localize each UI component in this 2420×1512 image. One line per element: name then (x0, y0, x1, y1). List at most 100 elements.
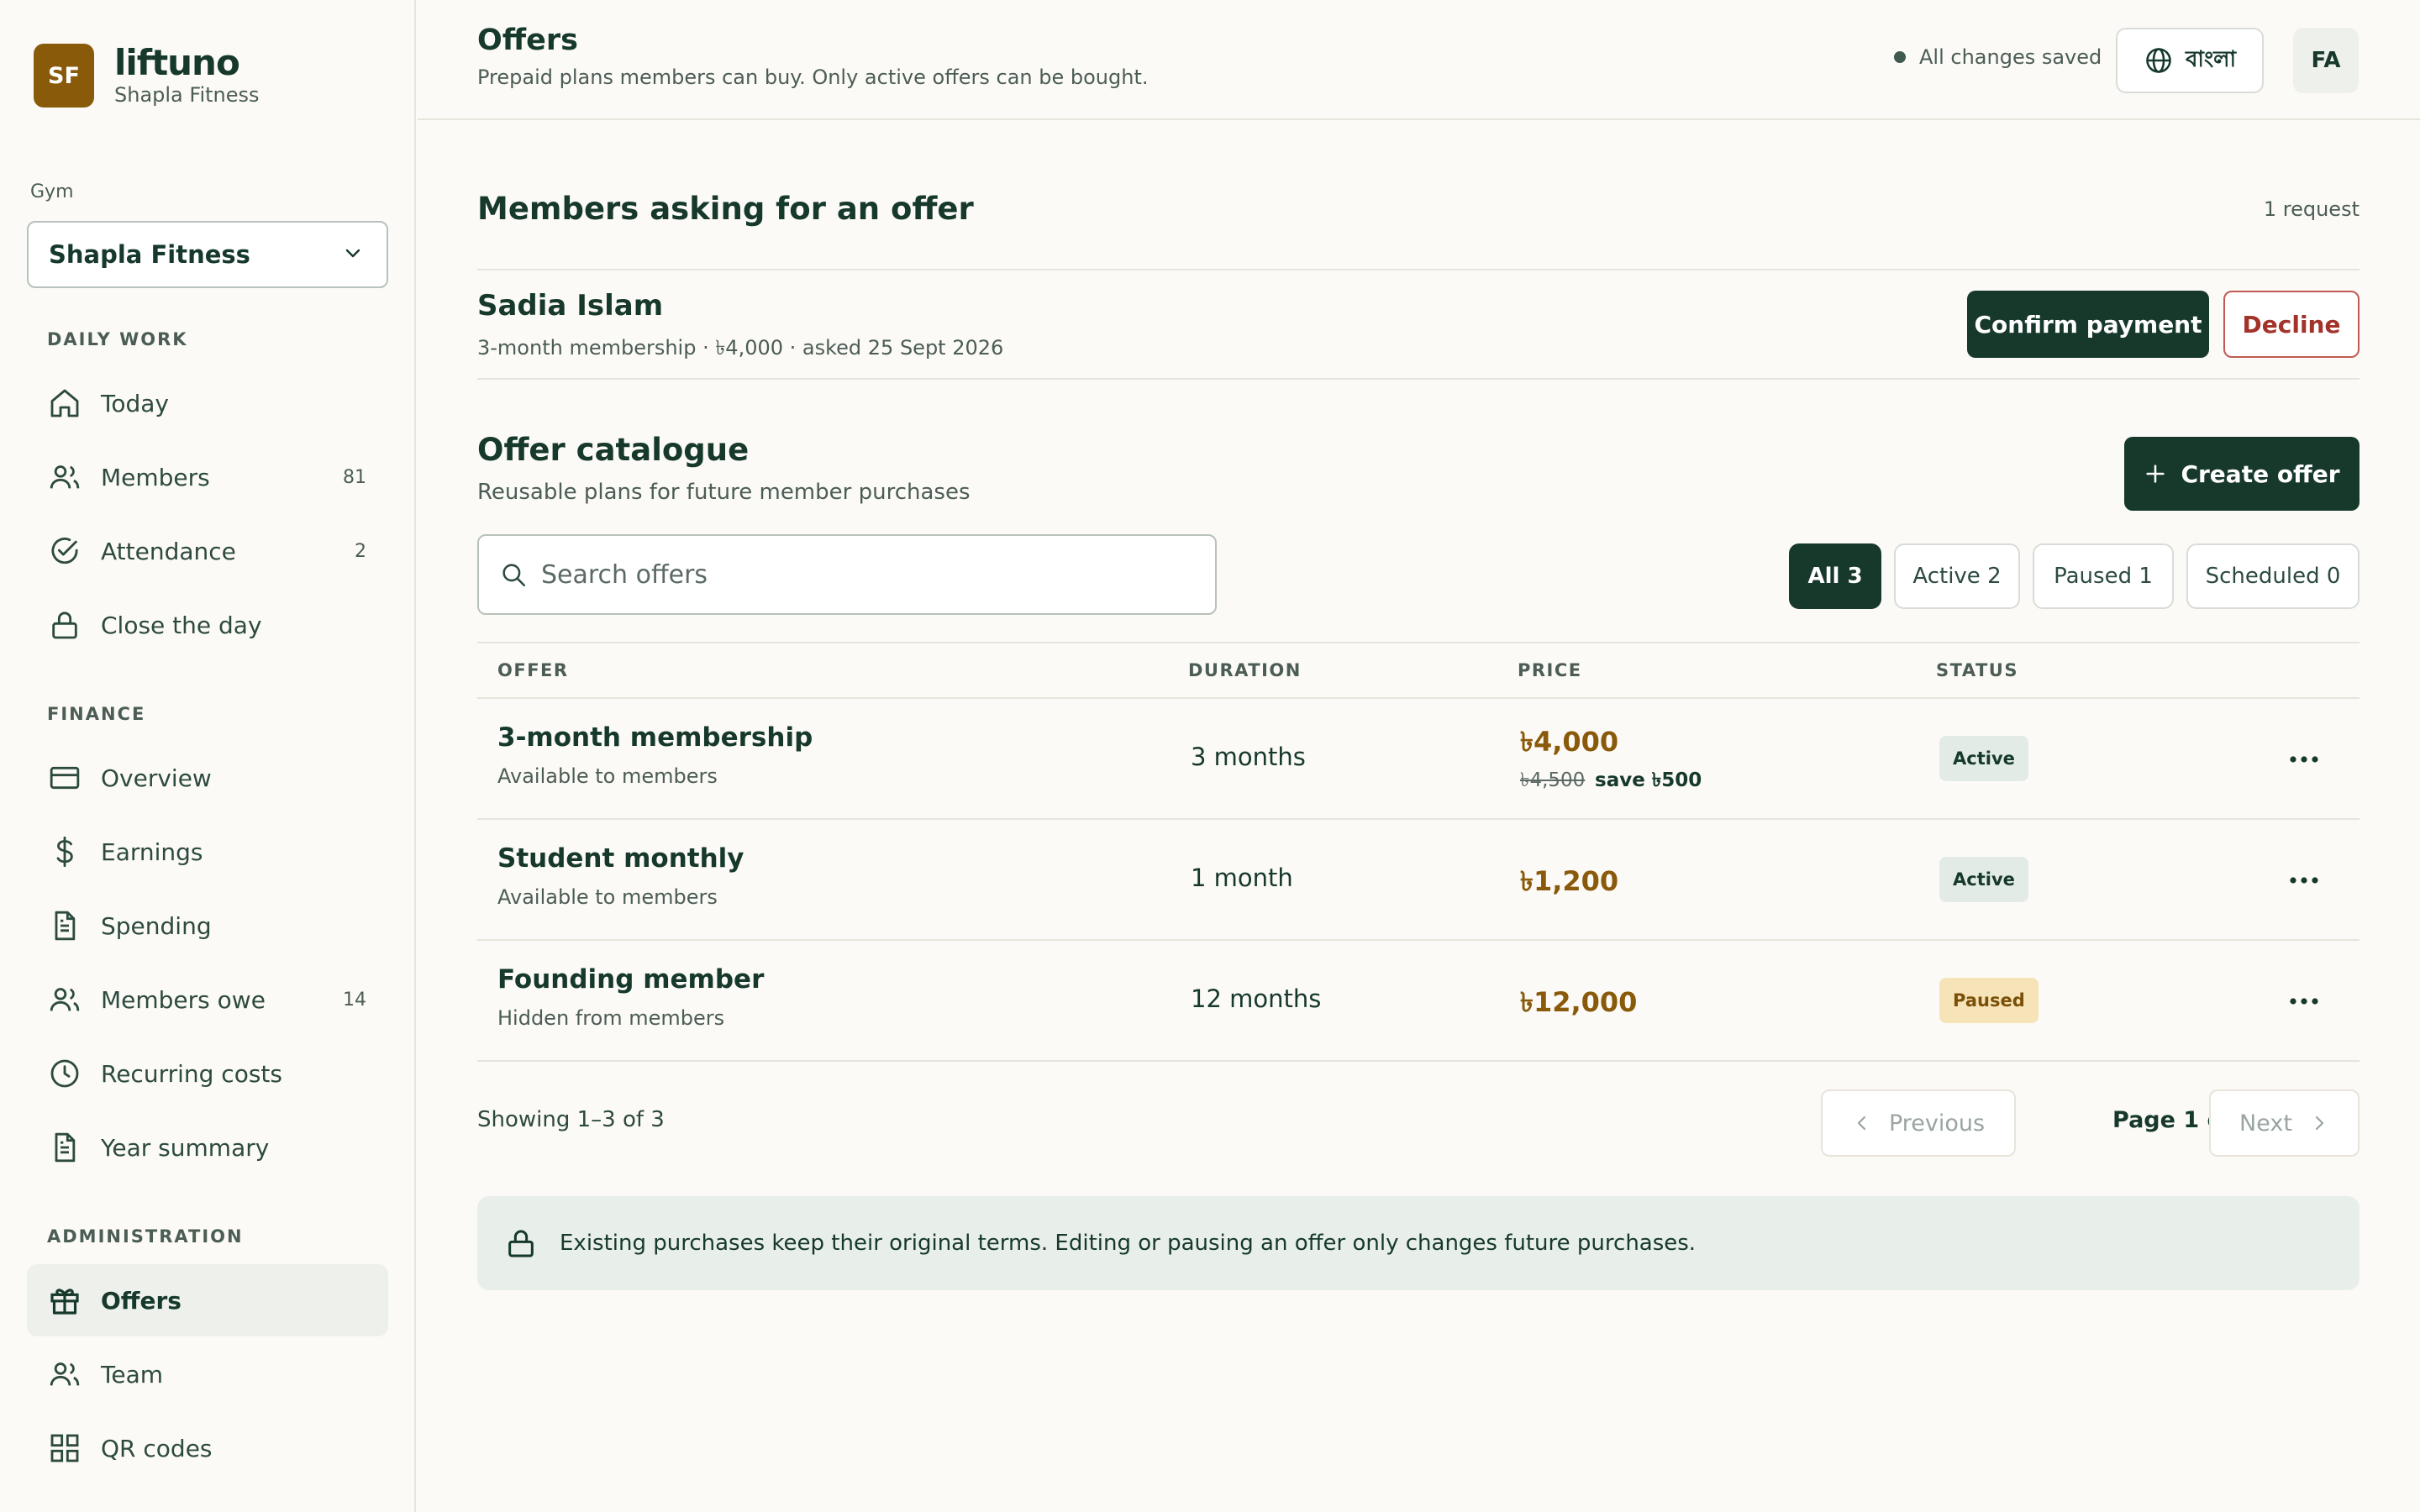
table-row[interactable]: 3-month membership Available to members … (477, 699, 2360, 820)
save-status: All changes saved (1894, 45, 2102, 69)
sidebar-item-attendance[interactable]: Attendance 2 (27, 515, 388, 587)
sidebar-item-team[interactable]: Team (27, 1338, 388, 1410)
offer-price: ৳4,000 (1520, 726, 1619, 758)
globe-icon (2146, 48, 2171, 73)
column-header-offer: OFFER (497, 660, 569, 680)
sidebar-item-year-summary[interactable]: Year summary (27, 1111, 388, 1184)
more-actions-button[interactable] (2279, 983, 2329, 1020)
request-member-name: Sadia Islam (477, 289, 664, 323)
search-icon (502, 564, 526, 587)
offer-visibility: Available to members (497, 885, 718, 909)
ellipsis-icon (2290, 998, 2318, 1005)
dollar-icon (47, 834, 82, 869)
offer-price: ৳12,000 (1520, 986, 1638, 1018)
sidebar-item-label: Today (101, 389, 169, 417)
offer-name: 3-month membership (497, 722, 813, 753)
previous-label: Previous (1888, 1110, 1986, 1137)
sidebar-item-recurring-costs[interactable]: Recurring costs (27, 1037, 388, 1110)
table-row[interactable]: Founding member Hidden from members 12 m… (477, 941, 2360, 1062)
sidebar-item-offers[interactable]: Offers (27, 1264, 388, 1336)
offer-duration: 12 months (1191, 984, 1322, 1013)
sidebar-item-today[interactable]: Today (27, 367, 388, 439)
offer-price: ৳1,200 (1520, 865, 1619, 897)
pagination-summary: Showing 1–3 of 3 (477, 1107, 665, 1132)
top-bar: Offers Prepaid plans members can buy. On… (418, 0, 2420, 120)
sidebar-item-members[interactable]: Members 81 (27, 441, 388, 513)
column-header-price: PRICE (1518, 660, 1582, 680)
save-status-text: All changes saved (1919, 45, 2102, 69)
offer-visibility: Available to members (497, 764, 718, 788)
sidebar-item-label: Spending (101, 911, 212, 940)
offer-savings: save ৳500 (1595, 769, 1702, 791)
previous-page-button[interactable]: Previous (1821, 1089, 2016, 1157)
lock-icon (47, 607, 82, 643)
search-input[interactable] (541, 559, 1197, 590)
document-icon (47, 1130, 82, 1165)
sidebar-item-qr-codes[interactable]: QR codes (27, 1412, 388, 1484)
sidebar-item-spending[interactable]: Spending (27, 890, 388, 962)
users-icon (47, 982, 82, 1017)
confirm-payment-button[interactable]: Confirm payment (1967, 291, 2209, 358)
table-row[interactable]: Student monthly Available to members 1 m… (477, 820, 2360, 941)
more-actions-button[interactable] (2279, 862, 2329, 899)
create-offer-button[interactable]: Create offer (2124, 437, 2360, 511)
users-icon (47, 459, 82, 495)
credit-card-icon (47, 760, 82, 795)
offer-duration: 3 months (1191, 743, 1306, 771)
avatar[interactable]: FA (2293, 28, 2359, 93)
filter-all[interactable]: All 3 (1789, 543, 1881, 609)
sidebar-item-label: QR codes (101, 1434, 213, 1462)
brand[interactable]: SF liftuno Shapla Fitness (34, 44, 260, 108)
gym-logo-badge: SF (34, 44, 94, 108)
filter-active[interactable]: Active 2 (1894, 543, 2020, 609)
app-name: liftuno (114, 42, 240, 83)
offer-name: Student monthly (497, 843, 744, 874)
create-offer-label: Create offer (2181, 459, 2340, 488)
sidebar-item-label: Close the day (101, 611, 262, 639)
next-page-button[interactable]: Next (2209, 1089, 2360, 1157)
ellipsis-icon (2290, 756, 2318, 763)
info-notice: Existing purchases keep their original t… (477, 1196, 2360, 1290)
home-icon (47, 386, 82, 421)
sidebar-item-label: Earnings (101, 837, 203, 866)
offer-original-price: ৳4,500 (1520, 769, 1586, 791)
offer-name: Founding member (497, 964, 765, 995)
more-actions-button[interactable] (2279, 741, 2329, 778)
filter-scheduled[interactable]: Scheduled 0 (2186, 543, 2360, 609)
sidebar-item-label: Overview (101, 764, 212, 792)
sidebar-item-members-owe[interactable]: Members owe 14 (27, 963, 388, 1036)
language-label: বাংলা (2185, 47, 2237, 72)
status-badge: Paused (1939, 978, 2039, 1023)
status-dot-icon (1894, 51, 1906, 63)
language-button[interactable]: বাংলা (2116, 28, 2264, 93)
nav-section-administration: ADMINISTRATION (47, 1226, 244, 1247)
sidebar-item-close-the-day[interactable]: Close the day (27, 589, 388, 661)
filter-paused[interactable]: Paused 1 (2033, 543, 2174, 609)
ellipsis-icon (2290, 877, 2318, 884)
chevron-down-icon (343, 243, 363, 266)
catalogue-subtitle: Reusable plans for future member purchas… (477, 480, 971, 505)
sidebar-item-label: Year summary (101, 1133, 270, 1162)
next-label: Next (2239, 1110, 2292, 1137)
attendance-count-badge: 2 (355, 540, 366, 562)
sidebar-item-label: Recurring costs (101, 1059, 282, 1088)
notice-text: Existing purchases keep their original t… (560, 1231, 1697, 1256)
decline-button[interactable]: Decline (2223, 291, 2360, 358)
members-count-badge: 81 (343, 466, 366, 488)
sidebar-item-overview[interactable]: Overview (27, 742, 388, 814)
status-badge: Active (1939, 857, 2028, 902)
gym-select[interactable]: Shapla Fitness (27, 221, 388, 288)
gym-select-label: Gym (30, 181, 74, 202)
chevron-left-icon (1857, 1116, 1866, 1131)
column-header-status: STATUS (1936, 660, 2018, 680)
offer-request-row: Sadia Islam 3-month membership · ৳4,000 … (477, 269, 2360, 380)
search-box[interactable] (477, 534, 1217, 615)
sidebar-item-earnings[interactable]: Earnings (27, 816, 388, 888)
table-header: OFFER DURATION PRICE STATUS (477, 642, 2360, 699)
page-title: Offers (477, 24, 578, 57)
chevron-right-icon (2315, 1116, 2324, 1131)
requests-title: Members asking for an offer (477, 191, 974, 227)
page-subtitle: Prepaid plans members can buy. Only acti… (477, 66, 1149, 89)
requests-count: 1 request (2263, 197, 2360, 221)
column-header-duration: DURATION (1188, 660, 1302, 680)
